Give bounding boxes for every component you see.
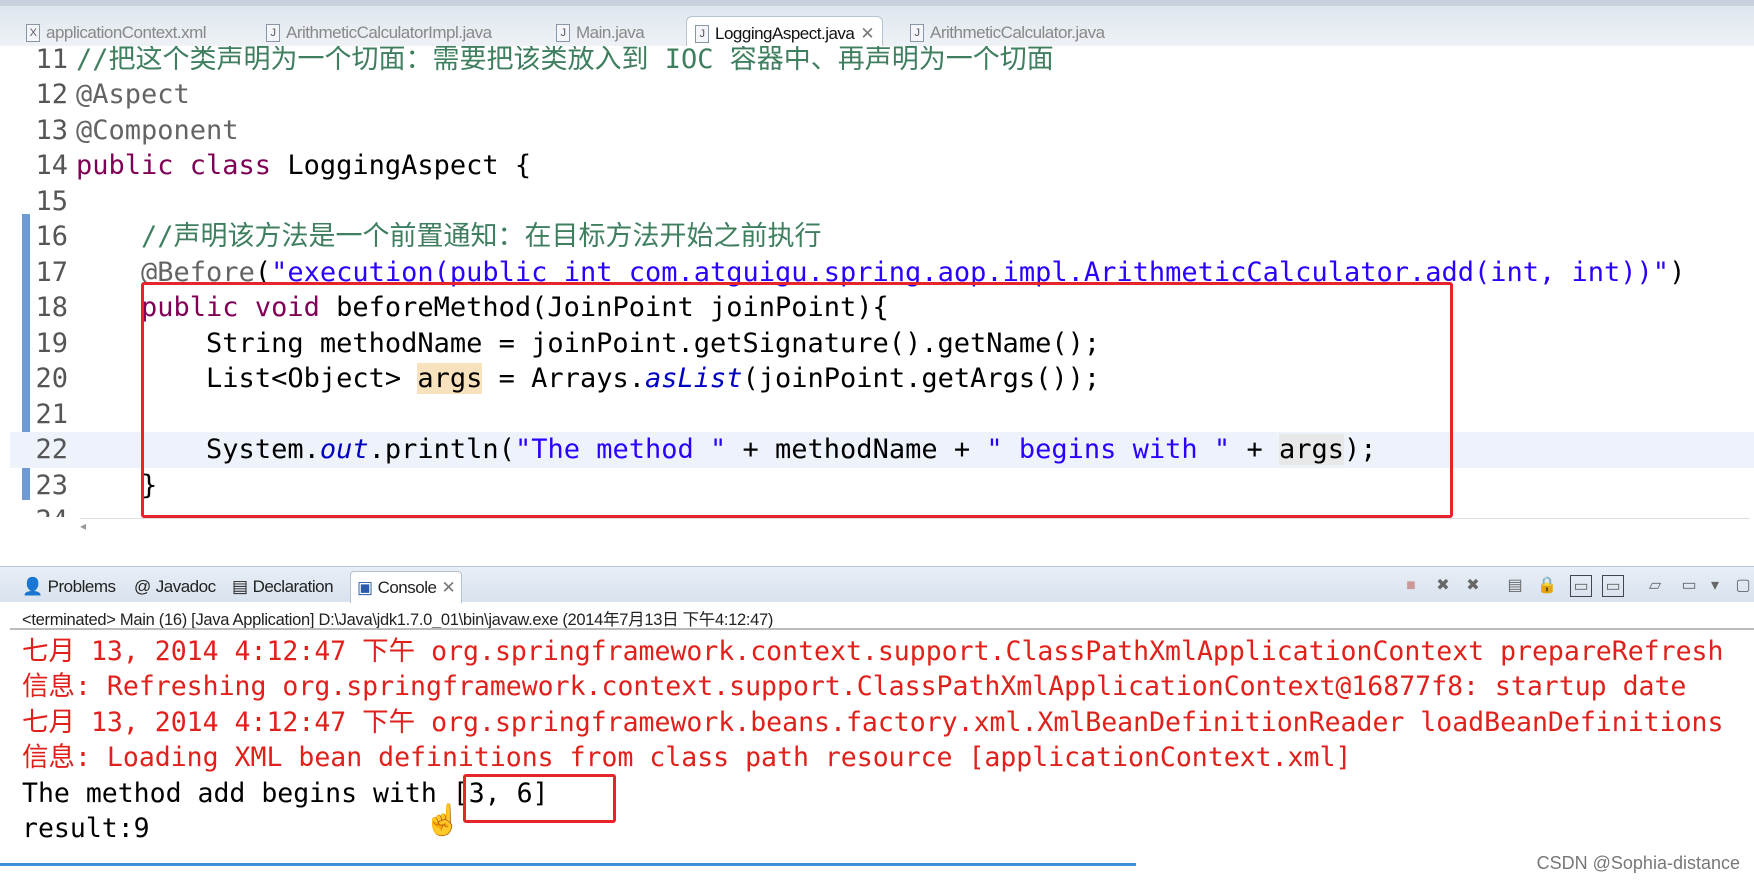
code-line: 15: [35, 186, 68, 217]
divider: [10, 628, 1754, 630]
console-view-header: 👤 Problems @ Javadoc ▤ Declaration ▣ Console…: [0, 566, 1754, 603]
console-icon: ▣: [357, 577, 373, 597]
clear-console-icon[interactable]: ▤: [1504, 575, 1526, 597]
tab-arithmetic-calculator-impl[interactable]: J ArithmeticCalculatorImpl.java: [258, 16, 500, 50]
code-line: 13 @Component: [35, 115, 239, 146]
console-status: <terminated> Main (16) [Java Application…: [22, 611, 774, 629]
hand-cursor-icon: ☝: [424, 804, 462, 837]
tab-label: ArithmeticCalculatorImpl.java: [286, 23, 492, 42]
code-line: 12 @Aspect: [35, 79, 190, 110]
dropdown-icon[interactable]: ▾: [1704, 575, 1726, 597]
scroll-lock-icon[interactable]: 🔒: [1536, 575, 1558, 597]
tab-label: applicationContext.xml: [46, 23, 207, 42]
code-editor[interactable]: 11//把这个类声明为一个切面：需要把该类放入到 IOC 容器中、再声明为一个切…: [10, 46, 1754, 544]
tab-label: Main.java: [576, 23, 645, 42]
highlight-box-args: [463, 774, 616, 823]
tab-label: LoggingAspect.java: [715, 23, 855, 43]
java-file-icon: J: [910, 24, 924, 42]
tab-label: Problems: [47, 577, 116, 596]
code-line: 23 }: [35, 470, 158, 501]
remove-all-icon[interactable]: ✖: [1462, 575, 1484, 597]
java-file-icon: J: [695, 24, 709, 43]
tab-problems[interactable]: 👤 Problems: [16, 571, 121, 603]
java-file-icon: J: [556, 24, 570, 42]
pin-console-icon[interactable]: ▱: [1644, 575, 1666, 597]
highlight-box-method: [141, 282, 1453, 518]
problems-icon: 👤: [22, 577, 43, 596]
tab-logging-aspect[interactable]: J LoggingAspect.java ✕: [686, 16, 884, 50]
tab-application-context-xml[interactable]: XapplicationContext.xml: [18, 16, 214, 50]
code-line: 14 public class LoggingAspect {: [35, 150, 532, 181]
console-line: 信息: Refreshing org.springframework.conte…: [22, 671, 1687, 702]
tab-javadoc[interactable]: @ Javadoc: [128, 571, 222, 603]
editor-tab-bar: XapplicationContext.xml J ArithmeticCalcu…: [0, 0, 1754, 50]
tab-declaration[interactable]: ▤ Declaration: [226, 571, 339, 603]
terminate-icon[interactable]: ■: [1400, 575, 1422, 597]
tab-console[interactable]: ▣ Console ✕: [350, 571, 463, 603]
code-line: 16 //声明该方法是一个前置通知：在目标方法开始之前执行: [35, 221, 822, 252]
declaration-icon: ▤: [232, 577, 248, 596]
java-file-icon: J: [266, 24, 280, 42]
xml-file-icon: X: [26, 24, 40, 42]
tab-label: ArithmeticCalculator.java: [930, 23, 1105, 42]
console-line: 七月 13, 2014 4:12:47 下午 org.springframewo…: [22, 636, 1724, 667]
console-output-line: result:9: [22, 813, 150, 844]
close-icon[interactable]: ✕: [441, 578, 455, 598]
show-on-output-icon[interactable]: ▭: [1570, 575, 1592, 597]
at-icon: @: [134, 577, 151, 596]
tab-label: Declaration: [252, 577, 334, 596]
watermark: CSDN @Sophia-distance: [1536, 853, 1740, 873]
progress-line: [0, 863, 1136, 866]
close-icon[interactable]: ✕: [860, 24, 874, 44]
show-on-error-icon[interactable]: ▭: [1602, 575, 1624, 597]
code-line: 24: [10, 503, 76, 517]
console-line: 信息: Loading XML bean definitions from cl…: [22, 742, 1352, 773]
display-console-icon[interactable]: ▭: [1678, 575, 1700, 597]
tab-main-java[interactable]: J Main.java: [548, 16, 652, 50]
new-console-icon[interactable]: ▢: [1732, 575, 1754, 597]
code-line: 21: [35, 399, 68, 430]
console-line: 七月 13, 2014 4:12:47 下午 org.springframewo…: [22, 707, 1724, 738]
tab-label: Console: [377, 577, 437, 597]
tab-arithmetic-calculator[interactable]: J ArithmeticCalculator.java: [902, 16, 1113, 50]
remove-launch-icon[interactable]: ✖: [1432, 575, 1454, 597]
horizontal-scrollbar[interactable]: ◂: [80, 518, 1750, 536]
tab-label: Javadoc: [155, 577, 216, 596]
code-line: 11//把这个类声明为一个切面：需要把该类放入到 IOC 容器中、再声明为一个切…: [35, 46, 1054, 75]
